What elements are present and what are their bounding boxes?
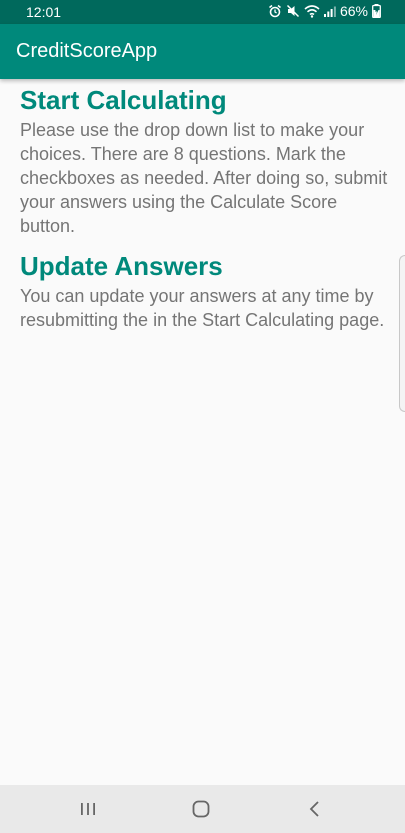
- battery-percentage: 66%: [339, 3, 368, 19]
- section-start-calculating: Start Calculating Please use the drop do…: [20, 84, 390, 238]
- edge-panel-handle[interactable]: [399, 255, 405, 412]
- app-bar: CreditScoreApp: [0, 24, 405, 79]
- app-title: CreditScoreApp: [16, 40, 158, 62]
- recents-icon[interactable]: [76, 797, 100, 821]
- battery-charging-icon: [372, 4, 381, 18]
- section-title: Update Answers: [20, 251, 223, 281]
- wifi-icon: [304, 4, 320, 18]
- status-icons: 66%: [268, 3, 381, 19]
- main-content: Start Calculating Please use the drop do…: [20, 80, 390, 332]
- status-time: 12:01: [26, 4, 62, 20]
- section-body: You can update your answers at any time …: [20, 286, 385, 330]
- signal-icon: [323, 4, 336, 18]
- status-bar: 12:01 66%: [0, 0, 405, 24]
- home-icon[interactable]: [189, 797, 213, 821]
- section-body: Please use the drop down list to make yo…: [20, 120, 388, 236]
- back-icon[interactable]: [303, 797, 327, 821]
- alarm-icon: [268, 4, 282, 18]
- section-update-answers: Update Answers You can update your answe…: [20, 250, 390, 332]
- mute-icon: [286, 4, 300, 18]
- navigation-bar: [0, 785, 405, 833]
- section-title: Start Calculating: [20, 85, 227, 115]
